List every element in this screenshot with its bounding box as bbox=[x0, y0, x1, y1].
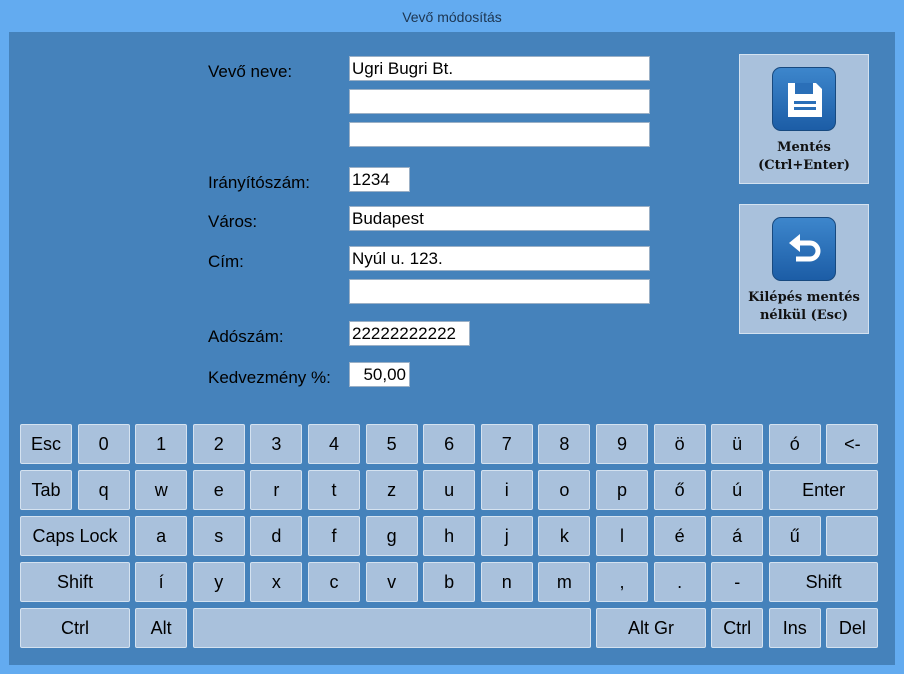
exit-button-caption: Kilépés mentés nélkül (Esc) bbox=[748, 290, 860, 323]
window-title: Vevő módosítás bbox=[0, 0, 904, 32]
key-r1-3[interactable]: 1 bbox=[135, 424, 188, 464]
address-field-1[interactable]: Nyúl u. 123. bbox=[349, 246, 650, 271]
city-field[interactable]: Budapest bbox=[349, 206, 650, 231]
key-r5-4[interactable]: Alt Gr bbox=[596, 608, 706, 648]
exit-without-save-button[interactable]: Kilépés mentés nélkül (Esc) bbox=[739, 204, 869, 334]
save-button-caption: Mentés (Ctrl+Enter) bbox=[758, 140, 850, 173]
key-r1-1[interactable]: Esc bbox=[20, 424, 72, 464]
key-r3-9[interactable]: k bbox=[538, 516, 591, 556]
key-r3-11[interactable]: é bbox=[653, 516, 706, 556]
space-key[interactable] bbox=[192, 608, 591, 648]
key-r3-6[interactable]: g bbox=[365, 516, 418, 556]
key-r1-6[interactable]: 4 bbox=[308, 424, 360, 464]
key-r4-13[interactable]: Shift bbox=[768, 562, 879, 602]
discount-field[interactable]: 50,00 bbox=[349, 362, 410, 387]
key-r1-2[interactable]: 0 bbox=[77, 424, 130, 464]
key-r2-6[interactable]: t bbox=[308, 470, 360, 510]
key-r5-2[interactable]: Alt bbox=[135, 608, 188, 648]
key-r3-5[interactable]: f bbox=[308, 516, 360, 556]
city-label: Város: bbox=[208, 212, 258, 231]
key-r2-1[interactable]: Tab bbox=[20, 470, 72, 510]
key-r3-1[interactable]: Caps Lock bbox=[20, 516, 130, 556]
key-r4-5[interactable]: c bbox=[308, 562, 360, 602]
key-r4-7[interactable]: b bbox=[423, 562, 476, 602]
key-r2-10[interactable]: o bbox=[538, 470, 591, 510]
address-field-2[interactable] bbox=[349, 279, 650, 304]
key-r3-14[interactable] bbox=[826, 516, 879, 556]
key-r4-2[interactable]: í bbox=[135, 562, 188, 602]
key-r5-1[interactable]: Ctrl bbox=[20, 608, 130, 648]
key-r3-2[interactable]: a bbox=[135, 516, 188, 556]
key-r5-7[interactable]: Del bbox=[826, 608, 879, 648]
key-r4-11[interactable]: . bbox=[653, 562, 706, 602]
key-r3-12[interactable]: á bbox=[711, 516, 764, 556]
customer-name-field-3[interactable] bbox=[349, 122, 650, 147]
key-r4-8[interactable]: n bbox=[480, 562, 533, 602]
key-r2-5[interactable]: r bbox=[250, 470, 303, 510]
tax-number-field[interactable]: 22222222222 bbox=[349, 321, 470, 346]
key-r1-12[interactable]: ö bbox=[653, 424, 706, 464]
key-r4-4[interactable]: x bbox=[250, 562, 303, 602]
zip-label: Irányítószám: bbox=[208, 173, 311, 192]
customer-name-field-1[interactable]: Ugri Bugri Bt. bbox=[349, 56, 650, 81]
floppy-disk-icon bbox=[772, 67, 836, 131]
main-panel: Vevő neve: Ugri Bugri Bt. Irányítószám: … bbox=[9, 32, 895, 665]
key-r2-13[interactable]: ú bbox=[711, 470, 764, 510]
discount-label: Kedvezmény %: bbox=[208, 368, 331, 387]
key-r1-8[interactable]: 6 bbox=[423, 424, 476, 464]
undo-arrow-icon bbox=[772, 217, 836, 281]
key-r2-14[interactable]: Enter bbox=[768, 470, 879, 510]
key-r4-10[interactable]: , bbox=[596, 562, 648, 602]
key-r4-1[interactable]: Shift bbox=[20, 562, 130, 602]
key-r3-10[interactable]: l bbox=[596, 516, 648, 556]
key-r4-9[interactable]: m bbox=[538, 562, 591, 602]
key-r2-4[interactable]: e bbox=[192, 470, 245, 510]
key-r3-3[interactable]: s bbox=[192, 516, 245, 556]
key-r2-12[interactable]: ő bbox=[653, 470, 706, 510]
key-r1-4[interactable]: 2 bbox=[192, 424, 245, 464]
zip-field[interactable]: 1234 bbox=[349, 167, 410, 192]
key-r3-8[interactable]: j bbox=[480, 516, 533, 556]
key-r2-7[interactable]: z bbox=[365, 470, 418, 510]
key-r2-11[interactable]: p bbox=[596, 470, 648, 510]
key-r2-8[interactable]: u bbox=[423, 470, 476, 510]
key-r4-12[interactable]: - bbox=[711, 562, 764, 602]
key-r1-10[interactable]: 8 bbox=[538, 424, 591, 464]
key-r2-2[interactable]: q bbox=[77, 470, 130, 510]
key-r1-9[interactable]: 7 bbox=[480, 424, 533, 464]
key-r1-5[interactable]: 3 bbox=[250, 424, 303, 464]
key-r2-9[interactable]: i bbox=[480, 470, 533, 510]
key-r1-15[interactable]: <- bbox=[826, 424, 879, 464]
customer-name-label: Vevő neve: bbox=[208, 62, 293, 81]
key-r3-4[interactable]: d bbox=[250, 516, 303, 556]
key-r4-6[interactable]: v bbox=[365, 562, 418, 602]
key-r4-3[interactable]: y bbox=[192, 562, 245, 602]
key-r5-5[interactable]: Ctrl bbox=[711, 608, 764, 648]
key-r3-7[interactable]: h bbox=[423, 516, 476, 556]
key-r2-3[interactable]: w bbox=[135, 470, 188, 510]
save-button[interactable]: Mentés (Ctrl+Enter) bbox=[739, 54, 869, 184]
address-label: Cím: bbox=[208, 252, 244, 271]
key-r3-13[interactable]: ű bbox=[768, 516, 821, 556]
key-r1-13[interactable]: ü bbox=[711, 424, 764, 464]
key-r1-11[interactable]: 9 bbox=[596, 424, 648, 464]
customer-name-field-2[interactable] bbox=[349, 89, 650, 114]
key-r1-14[interactable]: ó bbox=[768, 424, 821, 464]
key-r1-7[interactable]: 5 bbox=[365, 424, 418, 464]
tax-number-label: Adószám: bbox=[208, 327, 284, 346]
key-r5-6[interactable]: Ins bbox=[768, 608, 821, 648]
